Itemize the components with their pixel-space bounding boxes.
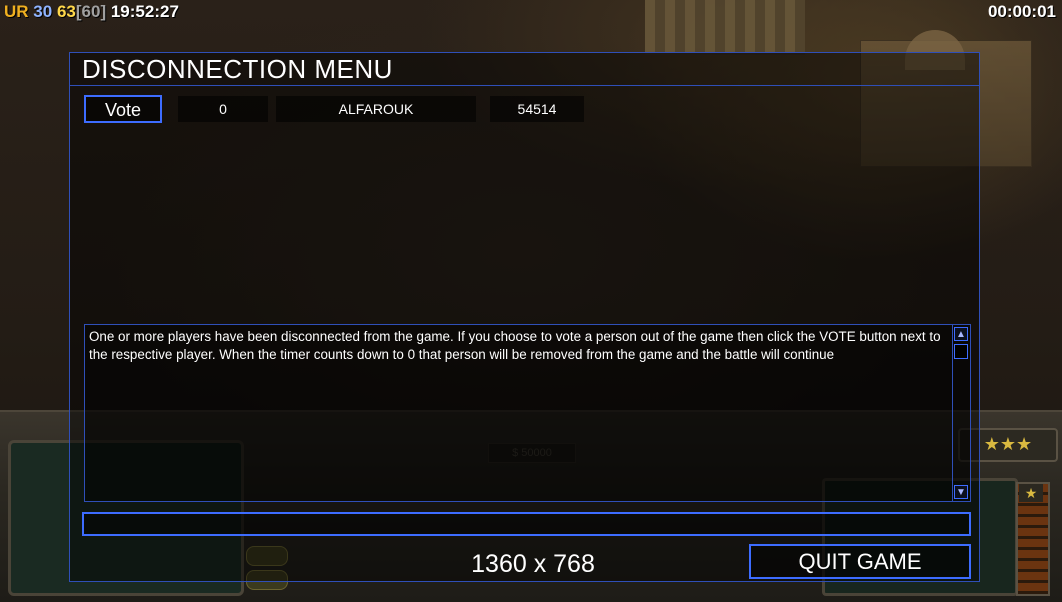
player-row: Vote 0 ALFAROUK 54514 xyxy=(84,95,604,125)
disconnect-message: One or more players have been disconnect… xyxy=(89,329,941,362)
game-timer: 00:00:01 xyxy=(987,2,1056,21)
message-log[interactable]: One or more players have been disconnect… xyxy=(84,324,971,502)
quit-game-button[interactable]: QUIT GAME xyxy=(749,544,971,579)
system-clock: 19:52:27 xyxy=(110,2,179,21)
building-structure[interactable] xyxy=(645,0,805,55)
message-scrollbar[interactable]: ▲ ▼ xyxy=(952,325,970,501)
scroll-thumb[interactable] xyxy=(954,344,968,359)
stats-value-3: [60] xyxy=(75,2,107,21)
chat-input[interactable] xyxy=(82,512,971,536)
player-ping: 54514 xyxy=(490,96,584,122)
stats-prefix: UR xyxy=(4,2,29,21)
scroll-down-arrow-icon[interactable]: ▼ xyxy=(954,485,968,499)
scroll-up-arrow-icon[interactable]: ▲ xyxy=(954,327,968,341)
resolution-label: 1360 x 768 xyxy=(471,550,595,578)
rank-star-icon: ★ xyxy=(1019,484,1043,502)
disconnection-dialog: DISCONNECTION MENU Vote 0 ALFAROUK 54514… xyxy=(69,52,980,582)
player-name: ALFAROUK xyxy=(276,96,476,122)
player-vote-count: 0 xyxy=(178,96,268,122)
network-stats: UR 30 63[60] 19:52:27 xyxy=(4,2,179,24)
dialog-title: DISCONNECTION MENU xyxy=(82,54,393,84)
title-divider xyxy=(70,85,979,86)
vote-button[interactable]: Vote xyxy=(84,95,162,123)
stats-value-1: 30 xyxy=(33,2,53,21)
stats-value-2: 63 xyxy=(56,2,76,21)
